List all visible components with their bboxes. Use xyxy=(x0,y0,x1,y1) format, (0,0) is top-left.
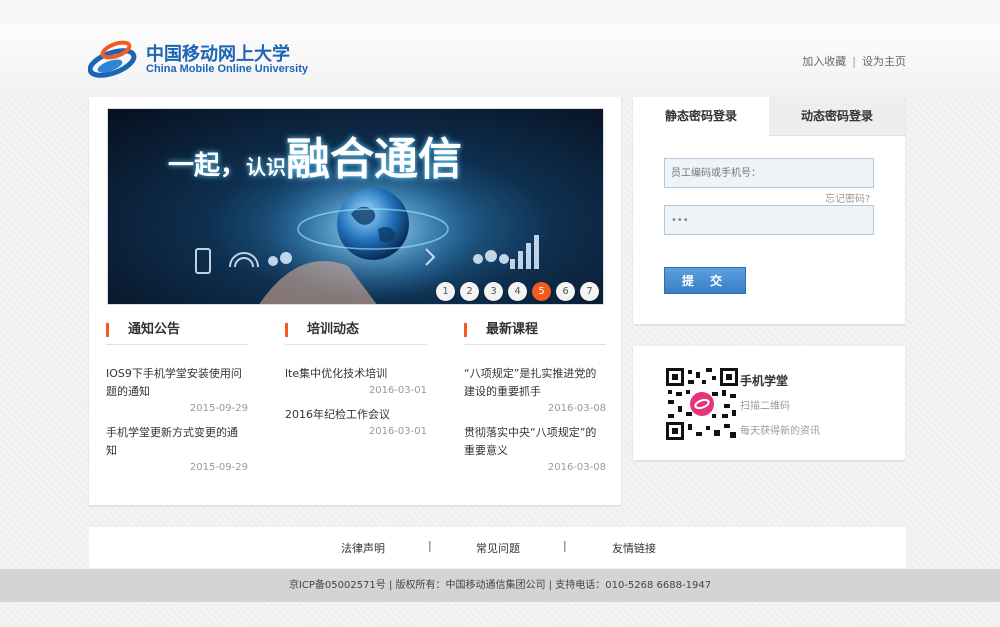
logo[interactable]: 中国移动网上大学 China Mobile Online University xyxy=(88,36,308,84)
news-date: 2016-03-08 xyxy=(547,462,606,473)
qr-code-icon[interactable] xyxy=(666,368,738,440)
slide-dot-active[interactable]: 5 xyxy=(532,282,551,301)
news-link[interactable]: 手机学堂更新方式变更的通知 xyxy=(106,424,248,460)
banner-text-1: 一起， xyxy=(168,151,247,181)
slide-dot[interactable]: 6 xyxy=(556,282,575,301)
separator: | xyxy=(428,539,432,552)
slide-dot[interactable]: 4 xyxy=(508,282,527,301)
column-title-text: 最新课程 xyxy=(486,322,539,337)
news-link[interactable]: lte集中优化技术培训 xyxy=(285,365,427,383)
training-column: 培训动态 lte集中优化技术培训 2016-03-01 2016年纪检工作会议 … xyxy=(285,319,427,447)
news-link[interactable]: IOS9下手机学堂安装使用问题的通知 xyxy=(106,365,248,401)
friendly-links-link[interactable]: 友情链接 xyxy=(612,540,656,556)
footer-links: 法律声明 | 常见问题 | 友情链接 xyxy=(89,527,906,568)
news-date: 2016-03-08 xyxy=(547,403,606,414)
news-link[interactable]: “八项规定”是扎实推进党的建设的重要抓手 xyxy=(464,365,606,401)
legal-link[interactable]: 法律声明 xyxy=(341,540,385,556)
qr-title: 手机学堂 xyxy=(740,374,789,388)
news-list: “八项规定”是扎实推进党的建设的重要抓手 2016-03-08 贯彻落实中央“八… xyxy=(464,365,606,473)
news-date: 2015-09-29 xyxy=(189,403,248,414)
title-marker xyxy=(106,323,109,337)
forgot-password-link[interactable]: 忘记密码? xyxy=(825,190,870,205)
set-home-link[interactable]: 设为主页 xyxy=(862,55,906,68)
banner-text-3: 融合通信 xyxy=(286,134,463,185)
slide-pager: 1 2 3 4 5 6 7 xyxy=(436,282,599,301)
news-item: IOS9下手机学堂安装使用问题的通知 2015-09-29 xyxy=(106,365,248,414)
banner-text-2: 认识 xyxy=(246,155,287,179)
column-title: 最新课程 xyxy=(464,319,606,345)
qr-caption-1: 扫描二维码 xyxy=(740,401,790,412)
column-title: 培训动态 xyxy=(285,319,427,345)
news-link[interactable]: 2016年纪检工作会议 xyxy=(285,406,427,424)
main-panel: 一起，认识融合通信 1 2 3 4 5 6 7 通知公告 IOS9下手机学堂安装… xyxy=(89,97,621,505)
title-marker xyxy=(464,323,467,337)
slide-dot[interactable]: 3 xyxy=(484,282,503,301)
news-item: “八项规定”是扎实推进党的建设的重要抓手 2016-03-08 xyxy=(464,365,606,414)
banner-headline: 一起，认识融合通信 xyxy=(168,123,462,187)
tab-static-password[interactable]: 静态密码登录 xyxy=(633,97,769,136)
top-links: 加入收藏 | 设为主页 xyxy=(802,53,906,69)
news-date: 2016-03-01 xyxy=(368,385,427,396)
news-item: lte集中优化技术培训 2016-03-01 xyxy=(285,365,427,396)
tab-dynamic-password[interactable]: 动态密码登录 xyxy=(769,97,905,136)
password-input[interactable] xyxy=(664,205,874,235)
news-link[interactable]: 贯彻落实中央“八项规定”的重要意义 xyxy=(464,424,606,460)
banner-slideshow[interactable]: 一起，认识融合通信 1 2 3 4 5 6 7 xyxy=(107,108,604,305)
separator: | xyxy=(852,55,856,68)
notice-column: 通知公告 IOS9下手机学堂安装使用问题的通知 2015-09-29 手机学堂更… xyxy=(106,319,248,483)
courses-column: 最新课程 “八项规定”是扎实推进党的建设的重要抓手 2016-03-08 贯彻落… xyxy=(464,319,606,483)
news-date: 2015-09-29 xyxy=(189,462,248,473)
slide-dot[interactable]: 7 xyxy=(580,282,599,301)
top-strip xyxy=(0,0,1000,24)
slide-dot[interactable]: 1 xyxy=(436,282,455,301)
news-item: 手机学堂更新方式变更的通知 2015-09-29 xyxy=(106,424,248,473)
submit-button[interactable]: 提 交 xyxy=(664,267,746,294)
mobile-app-panel: 手机学堂 扫描二维码 每天获得新的资讯 xyxy=(633,346,905,460)
china-mobile-logo-icon xyxy=(88,40,137,78)
add-favorite-link[interactable]: 加入收藏 xyxy=(802,55,846,68)
news-list: IOS9下手机学堂安装使用问题的通知 2015-09-29 手机学堂更新方式变更… xyxy=(106,365,248,473)
slide-dot[interactable]: 2 xyxy=(460,282,479,301)
qr-caption-2: 每天获得新的资讯 xyxy=(740,426,820,437)
news-list: lte集中优化技术培训 2016-03-01 2016年纪检工作会议 2016-… xyxy=(285,365,427,437)
column-title: 通知公告 xyxy=(106,319,248,345)
news-item: 贯彻落实中央“八项规定”的重要意义 2016-03-08 xyxy=(464,424,606,473)
username-input[interactable] xyxy=(664,158,874,188)
column-title-text: 培训动态 xyxy=(307,322,360,337)
column-title-text: 通知公告 xyxy=(128,322,181,337)
faq-link[interactable]: 常见问题 xyxy=(476,540,520,556)
login-panel: 静态密码登录 动态密码登录 忘记密码? 提 交 xyxy=(633,97,905,324)
logo-title-en: China Mobile Online University xyxy=(146,63,308,75)
separator: | xyxy=(563,539,567,552)
copyright-bar: 京ICP备05002571号 | 版权所有：中国移动通信集团公司 | 支持电话：… xyxy=(0,569,1000,602)
title-marker xyxy=(285,323,288,337)
news-date: 2016-03-01 xyxy=(368,426,427,437)
news-item: 2016年纪检工作会议 2016-03-01 xyxy=(285,406,427,437)
